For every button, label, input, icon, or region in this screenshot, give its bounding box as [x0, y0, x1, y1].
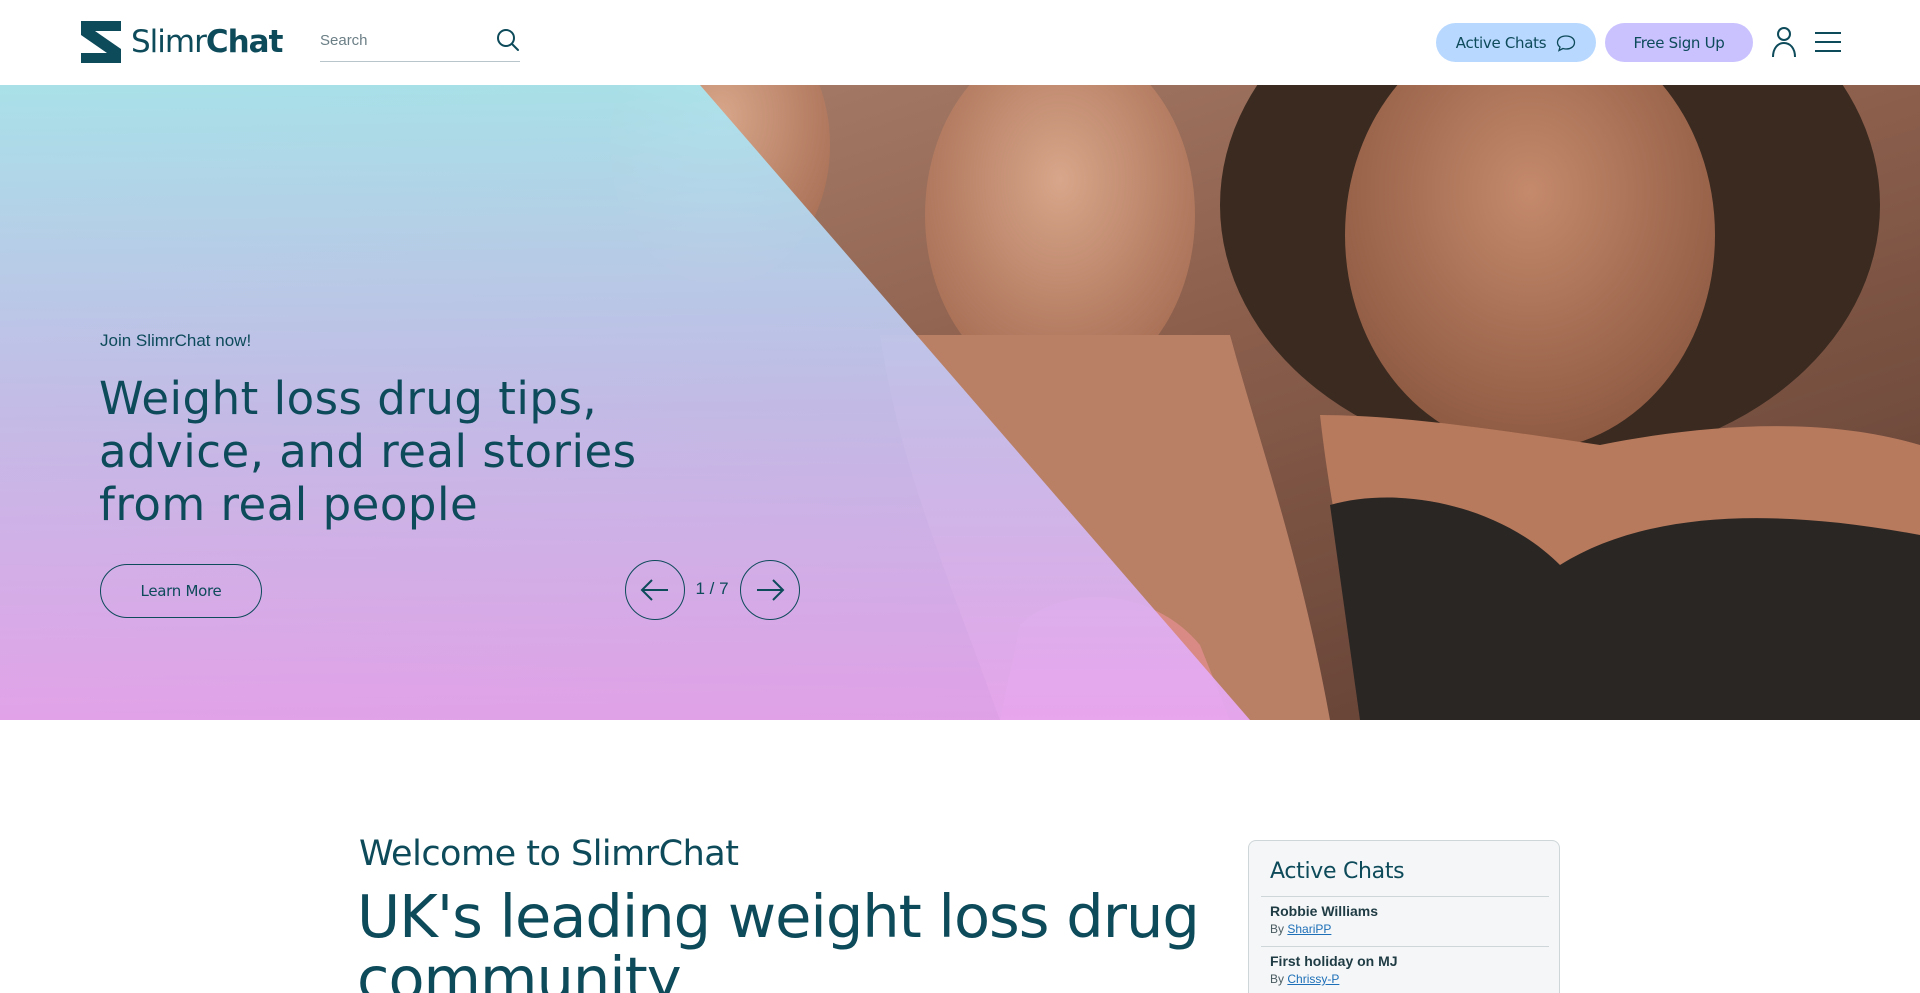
site-logo[interactable]: SlimrChat [79, 19, 284, 65]
logo-wordmark: SlimrChat [131, 24, 284, 60]
chat-byline: By Chrissy-P [1270, 972, 1549, 986]
search-input[interactable] [320, 32, 480, 49]
active-chats-button[interactable]: Active Chats [1436, 23, 1596, 62]
active-chats-panel-title: Active Chats [1270, 859, 1405, 884]
hero-carousel: Join SlimrChat now! Weight loss drug tip… [0, 85, 1920, 720]
carousel-prev-button[interactable] [625, 560, 685, 620]
chat-by-prefix: By [1270, 922, 1285, 936]
arrow-left-icon [640, 579, 668, 601]
chat-list-item[interactable]: First holiday on MJ By Chrissy-P [1261, 946, 1549, 986]
active-chats-button-label: Active Chats [1455, 33, 1547, 52]
free-signup-button[interactable]: Free Sign Up [1605, 23, 1753, 62]
search-icon[interactable] [496, 28, 520, 52]
learn-more-button-label: Learn More [140, 582, 222, 600]
hero-title: Weight loss drug tips, advice, and real … [99, 372, 637, 531]
chat-byline: By ShariPP [1270, 922, 1549, 936]
carousel-counter: 1 / 7 [695, 579, 729, 598]
learn-more-button[interactable]: Learn More [100, 564, 262, 618]
chat-title[interactable]: First holiday on MJ [1270, 953, 1549, 969]
hero-kicker: Join SlimrChat now! [100, 331, 252, 350]
search-bar [320, 26, 520, 62]
chat-bubble-icon [1557, 34, 1576, 52]
welcome-title: UK's leading weight loss drug community [357, 882, 1200, 993]
arrow-right-icon [757, 579, 785, 601]
site-header: SlimrChat Active Chats Free Sign Up [0, 0, 1920, 85]
chat-title[interactable]: Robbie Williams [1270, 903, 1549, 919]
chat-author-link[interactable]: Chrissy-P [1287, 972, 1339, 986]
user-icon[interactable] [1770, 26, 1798, 58]
logo-wordmark-bold: Chat [205, 24, 284, 60]
slimrchat-logo-mark-icon [81, 21, 121, 63]
chat-author-link[interactable]: ShariPP [1287, 922, 1331, 936]
welcome-subtitle: Welcome to SlimrChat [359, 834, 739, 874]
chat-list-item[interactable]: Robbie Williams By ShariPP [1261, 896, 1549, 936]
active-chats-panel: Active Chats Robbie Williams By ShariPP … [1248, 840, 1560, 993]
free-signup-button-label: Free Sign Up [1633, 33, 1725, 52]
logo-wordmark-light: Slimr [131, 24, 207, 60]
hamburger-menu-icon[interactable] [1814, 30, 1842, 54]
carousel-next-button[interactable] [740, 560, 800, 620]
chat-by-prefix: By [1270, 972, 1285, 986]
